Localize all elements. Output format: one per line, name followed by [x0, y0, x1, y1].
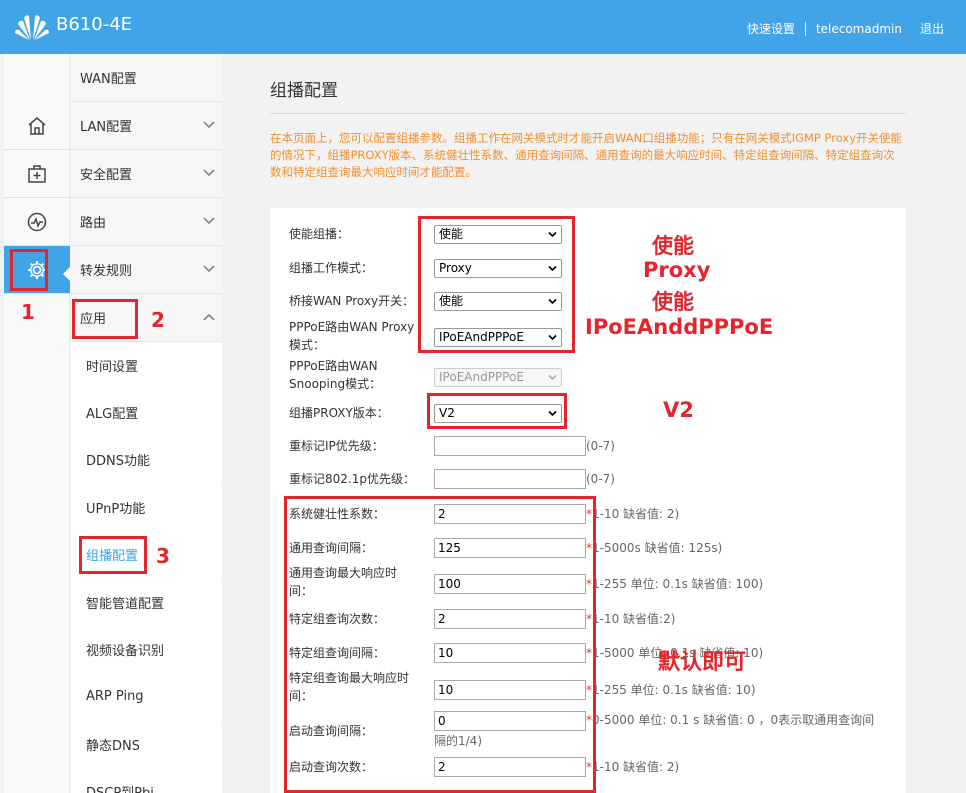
chevron-up-icon: [203, 313, 215, 321]
submenu-panel: WAN配置 LAN配置 安全配置 路由 转发规则 应用 时间设置 ALG配置 D…: [70, 54, 222, 793]
menu-label: LAN配置: [80, 120, 133, 135]
annotation-box-mode-settings: [418, 216, 575, 353]
menu-label: 路由: [80, 216, 107, 231]
rail-home[interactable]: [4, 102, 70, 150]
hint-text: (0-7): [586, 439, 615, 453]
specific-query-max-response-hint: *1-255 单位: 0.1s 缺省值: 10): [586, 681, 756, 699]
remark-ip-priority-input[interactable]: [434, 436, 586, 456]
bridge-wan-proxy-label: 桥接WAN Proxy开关：: [289, 294, 415, 308]
menu-forward-rules[interactable]: 转发规则: [70, 246, 222, 294]
annotation-box-multicast: [79, 536, 147, 574]
annotation-number-3: 3: [156, 544, 170, 568]
query-max-response-hint: *1-255 单位: 0.1s 缺省值: 100): [586, 575, 763, 593]
enable-multicast-label: 使能组播：: [289, 227, 350, 241]
remark-ip-priority-hint: (0-7): [586, 437, 615, 455]
hint-text: (0-7): [586, 472, 615, 486]
annotation-text-enable-2: 使能: [652, 290, 694, 314]
huawei-logo-icon: [15, 15, 49, 41]
hint-text: 1-10 缺省值: 2): [592, 760, 680, 774]
annotation-text-enable: 使能: [652, 234, 694, 258]
select-value: IPoEAndPPPoE: [439, 370, 524, 384]
label-line: PPPoE路由WAN Proxy: [289, 320, 415, 334]
robustness-hint: *1-10 缺省值: 2): [586, 505, 679, 523]
menu-wan-config[interactable]: WAN配置: [70, 54, 222, 102]
label-line: Snooping模式：: [289, 377, 382, 391]
home-icon: [28, 116, 46, 135]
hint-text: 1-10 缺省值: 2): [592, 507, 680, 521]
annotation-box-proxy-version: [427, 393, 567, 429]
submenu-time-settings[interactable]: 时间设置: [70, 342, 222, 389]
label-line: 模式：: [289, 338, 326, 352]
submenu-upnp[interactable]: UPnP功能: [70, 484, 222, 531]
label-line: PPPoE路由WAN: [289, 359, 378, 373]
menu-label: 安全配置: [80, 168, 133, 183]
quick-setup-link[interactable]: 快速设置: [747, 20, 795, 37]
chevron-down-icon: [548, 374, 557, 381]
annotation-box-timers: [284, 496, 596, 793]
menu-lan-config[interactable]: LAN配置: [70, 102, 222, 150]
toolbox-icon: [28, 164, 46, 183]
remark-8021p-priority-hint: (0-7): [586, 470, 615, 488]
icon-rail: [4, 54, 75, 793]
remark-8021p-priority-input[interactable]: [434, 469, 586, 489]
startup-query-interval-hint: *0-5000 单位: 0.1 s 缺省值: 0 ，0表示取通用查询间: [586, 711, 874, 729]
chevron-down-icon: [203, 121, 215, 129]
pppoe-snooping-mode-select: IPoEAndPPPoE: [434, 368, 562, 387]
submenu-dscp[interactable]: DSCP到Pbi: [70, 768, 222, 793]
annotation-box-settings: [10, 249, 48, 291]
menu-security-config[interactable]: 安全配置: [70, 150, 222, 198]
hint-text: 1-5000s 缺省值: 125s): [592, 541, 723, 555]
rail-toolbox[interactable]: [4, 150, 70, 198]
header-divider: [804, 21, 806, 36]
query-interval-hint: *1-5000s 缺省值: 125s): [586, 539, 722, 557]
hint-text: 1-255 单位: 0.1s 缺省值: 100): [592, 577, 764, 591]
submenu-static-dns[interactable]: 静态DNS: [70, 721, 222, 768]
pppoe-snooping-mode-label: PPPoE路由WAN Snooping模式：: [289, 357, 429, 393]
product-name: B610-4E: [56, 14, 133, 35]
chevron-down-icon: [203, 217, 215, 225]
submenu-alg-config[interactable]: ALG配置: [70, 389, 222, 436]
hint-text: 1-10 缺省值:2): [592, 612, 676, 626]
pppoe-proxy-mode-label: PPPoE路由WAN Proxy 模式：: [289, 318, 429, 354]
multicast-mode-label: 组播工作模式：: [289, 261, 374, 275]
menu-route[interactable]: 路由: [70, 198, 222, 246]
specific-query-count-hint: *1-10 缺省值:2): [586, 610, 675, 628]
rail-status[interactable]: [4, 198, 70, 246]
annotation-text-ipoe: IPoEAnddPPPoE: [585, 315, 774, 339]
menu-label: WAN配置: [80, 72, 137, 87]
chevron-down-icon: [203, 169, 215, 177]
top-bar: B610-4E 快速设置 telecomadmin 退出: [0, 0, 966, 54]
title-divider: [270, 113, 906, 114]
logout-link[interactable]: 退出: [920, 20, 944, 37]
hint-text: 1-255 单位: 0.1s 缺省值: 10): [592, 683, 756, 697]
hint-text: 0-5000 单位: 0.1 s 缺省值: 0 ，0表示取通用查询间: [592, 713, 875, 727]
startup-query-count-hint: *1-10 缺省值: 2): [586, 758, 679, 776]
page-description: 在本页面上，您可以配置组播参数。组播工作在网关模式时才能开启WAN口组播功能；只…: [270, 131, 903, 179]
annotation-text-default: 默认即可: [658, 650, 747, 675]
remark-8021p-priority-label: 重标记802.1p优先级：: [289, 472, 415, 486]
remark-ip-priority-label: 重标记IP优先级：: [289, 439, 384, 453]
proxy-version-label: 组播PROXY版本：: [289, 406, 389, 420]
submenu-smart-pipe[interactable]: 智能管道配置: [70, 579, 222, 626]
chevron-down-icon: [203, 265, 215, 273]
annotation-number-1: 1: [21, 300, 35, 324]
annotation-number-2: 2: [151, 308, 165, 332]
page-title: 组播配置: [270, 81, 338, 101]
annotation-box-application: [72, 299, 138, 339]
submenu-arp-ping[interactable]: ARP Ping: [70, 673, 222, 720]
pulse-icon: [27, 212, 47, 231]
submenu-ddns[interactable]: DDNS功能: [70, 436, 222, 483]
submenu-video-device[interactable]: 视频设备识别: [70, 626, 222, 673]
menu-label: 转发规则: [80, 264, 133, 279]
annotation-text-proxy: Proxy: [643, 258, 711, 282]
username-link[interactable]: telecomadmin: [816, 22, 902, 36]
annotation-text-v2: V2: [663, 398, 694, 422]
